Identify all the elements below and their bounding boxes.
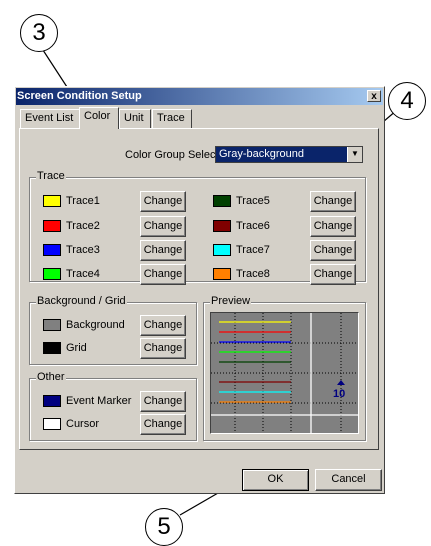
cursor-change-button[interactable]: Change — [140, 414, 186, 435]
ok-button[interactable]: OK — [242, 469, 309, 491]
trace7-label: Trace7 — [236, 244, 270, 256]
tab-event-list-label: Event List — [25, 112, 74, 124]
cancel-button[interactable]: Cancel — [315, 469, 382, 491]
background-change-button[interactable]: Change — [140, 315, 186, 336]
cursor-label: Cursor — [66, 418, 100, 430]
callout-3: 3 — [20, 14, 58, 52]
preview-group-label: Preview — [210, 295, 252, 307]
trace3-swatch — [43, 244, 61, 256]
preview-canvas: 10 — [210, 312, 359, 434]
trace1-change-button[interactable]: Change — [140, 191, 186, 212]
event-marker-change-button[interactable]: Change — [140, 391, 186, 412]
background-label: Background — [66, 319, 125, 331]
tab-color-label: Color — [84, 110, 111, 122]
trace7-swatch — [213, 244, 231, 256]
trace6-change-button[interactable]: Change — [310, 216, 356, 237]
trace5-change-button[interactable]: Change — [310, 191, 356, 212]
trace8-change-button[interactable]: Change — [310, 264, 356, 285]
trace1-swatch — [43, 195, 61, 207]
tab-trace[interactable]: Trace — [152, 109, 192, 128]
color-group-select-label: Color Group Select — [125, 149, 219, 161]
trace6-swatch — [213, 220, 231, 232]
grid-swatch — [43, 342, 61, 354]
trace8-swatch — [213, 268, 231, 280]
color-tab-panel: Color Group Select Gray-background ▼ Tra… — [19, 128, 379, 450]
dialog-title: Screen Condition Setup — [17, 90, 142, 102]
callout-4: 4 — [388, 82, 426, 120]
cursor-swatch — [43, 418, 61, 430]
tab-unit-label: Unit — [124, 112, 144, 124]
tab-trace-label: Trace — [157, 112, 185, 124]
grid-change-button[interactable]: Change — [140, 338, 186, 359]
trace3-change-button[interactable]: Change — [140, 240, 186, 261]
preview-graphic — [211, 313, 358, 433]
event-marker-swatch — [43, 395, 61, 407]
trace5-swatch — [213, 195, 231, 207]
background-swatch — [43, 319, 61, 331]
dialog-titlebar[interactable]: Screen Condition Setup x — [16, 88, 383, 105]
close-icon: x — [371, 91, 377, 102]
trace2-swatch — [43, 220, 61, 232]
color-group-select-value: Gray-background — [219, 148, 304, 160]
event-marker-label: Event Marker — [66, 395, 132, 407]
color-group-select[interactable]: Gray-background ▼ — [215, 146, 363, 163]
screen-condition-setup-dialog: Screen Condition Setup x Event List Colo… — [14, 86, 385, 494]
tab-color[interactable]: Color — [79, 107, 119, 129]
trace4-swatch — [43, 268, 61, 280]
trace1-label: Trace1 — [66, 195, 100, 207]
trace4-change-button[interactable]: Change — [140, 264, 186, 285]
close-button[interactable]: x — [367, 90, 381, 102]
trace2-label: Trace2 — [66, 220, 100, 232]
trace4-label: Trace4 — [66, 268, 100, 280]
callout-5: 5 — [145, 508, 183, 546]
grid-label: Grid — [66, 342, 87, 354]
preview-event-marker-text: 10 — [333, 388, 346, 400]
tab-unit[interactable]: Unit — [119, 109, 151, 128]
trace3-label: Trace3 — [66, 244, 100, 256]
chevron-down-icon[interactable]: ▼ — [347, 147, 362, 162]
tab-event-list[interactable]: Event List — [20, 109, 80, 128]
trace2-change-button[interactable]: Change — [140, 216, 186, 237]
background-grid-group-label: Background / Grid — [36, 295, 127, 307]
trace7-change-button[interactable]: Change — [310, 240, 356, 261]
trace6-label: Trace6 — [236, 220, 270, 232]
trace8-label: Trace8 — [236, 268, 270, 280]
other-group-label: Other — [36, 371, 66, 383]
trace5-label: Trace5 — [236, 195, 270, 207]
trace-group-label: Trace — [36, 170, 66, 182]
